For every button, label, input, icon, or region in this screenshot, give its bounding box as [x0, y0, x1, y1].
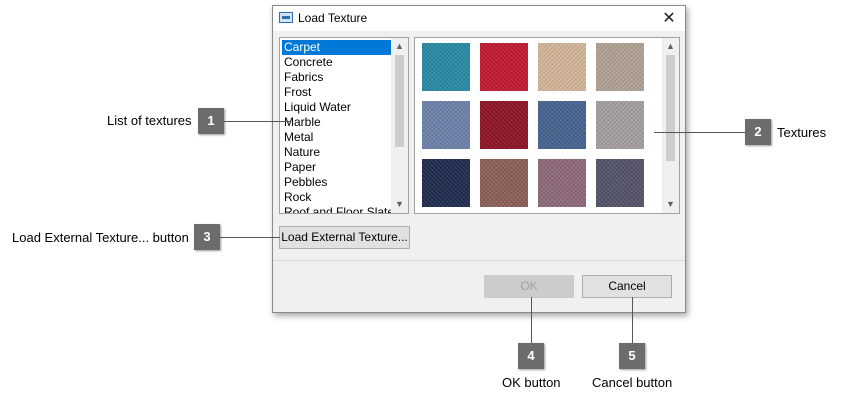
list-item[interactable]: Frost: [282, 85, 391, 100]
texture-swatch-carpet-beige[interactable]: [538, 43, 586, 91]
scroll-down-icon[interactable]: ▼: [391, 196, 408, 213]
list-item[interactable]: Marble: [282, 115, 391, 130]
callout-leader-4: [531, 297, 532, 343]
callout-label-textures: Textures: [777, 125, 827, 140]
list-item[interactable]: Carpet: [282, 40, 391, 55]
cancel-button[interactable]: Cancel: [582, 275, 672, 298]
callout-badge-5: 5: [619, 343, 645, 369]
callout-label-load-external-texture: Load External Texture... button: [12, 230, 189, 245]
texture-swatch-carpet-herringbone-rust[interactable]: [480, 159, 528, 207]
callout-badge-2: 2: [745, 119, 771, 145]
list-item[interactable]: Roof and Floor Slate: [282, 205, 391, 213]
ok-button[interactable]: OK: [484, 275, 574, 298]
list-item[interactable]: Rock: [282, 190, 391, 205]
texture-swatch-carpet-red[interactable]: [480, 43, 528, 91]
gallery-scrollbar[interactable]: ▲ ▼: [662, 38, 679, 213]
callout-badge-3: 3: [194, 224, 220, 250]
list-item[interactable]: Liquid Water: [282, 100, 391, 115]
texture-gallery[interactable]: ▲ ▼: [414, 37, 680, 214]
texture-category-list[interactable]: Carpet Concrete Fabrics Frost Liquid Water Ma…: [279, 37, 409, 214]
scroll-up-icon[interactable]: ▲: [391, 38, 408, 55]
separator: [273, 260, 685, 261]
texture-swatch-carpet-slate-blue[interactable]: [422, 101, 470, 149]
load-external-texture-button[interactable]: Load External Texture...: [279, 226, 410, 249]
list-item[interactable]: Metal: [282, 130, 391, 145]
callout-leader-2: [654, 132, 745, 133]
scroll-down-icon[interactable]: ▼: [662, 196, 679, 213]
texture-swatch-carpet-taupe[interactable]: [596, 43, 644, 91]
callout-leader-3: [220, 237, 280, 238]
texture-swatch-carpet-burgundy[interactable]: [480, 101, 528, 149]
callout-leader-5: [632, 297, 633, 343]
texture-swatch-carpet-navy[interactable]: [422, 159, 470, 207]
texture-swatch-carpet-teal[interactable]: [422, 43, 470, 91]
texture-swatch-carpet-herringbone-mauve[interactable]: [538, 159, 586, 207]
texture-swatch-carpet-steel-blue[interactable]: [538, 101, 586, 149]
callout-badge-1: 1: [198, 108, 224, 134]
scrollbar-thumb[interactable]: [666, 55, 675, 161]
list-scrollbar[interactable]: ▲ ▼: [391, 38, 408, 213]
title-bar: Load Texture ✕: [273, 6, 685, 31]
callout-label-cancel-button: Cancel button: [592, 375, 673, 390]
callout-label-list-of-textures: List of textures: [107, 113, 192, 128]
callout-label-ok-button: OK button: [502, 375, 561, 390]
callout-leader-1: [224, 121, 290, 122]
list-item[interactable]: Paper: [282, 160, 391, 175]
dialog-title: Load Texture: [298, 11, 368, 25]
list-item[interactable]: Nature: [282, 145, 391, 160]
scrollbar-thumb[interactable]: [395, 55, 404, 147]
load-texture-dialog: Load Texture ✕ Carpet Concrete Fabrics Fros…: [272, 5, 686, 313]
list-item[interactable]: Fabrics: [282, 70, 391, 85]
texture-swatch-carpet-multicolor[interactable]: [596, 159, 644, 207]
texture-swatch-carpet-grey-mauve[interactable]: [596, 101, 644, 149]
close-button[interactable]: ✕: [653, 6, 685, 31]
list-item[interactable]: Concrete: [282, 55, 391, 70]
list-item[interactable]: Pebbles: [282, 175, 391, 190]
scroll-up-icon[interactable]: ▲: [662, 38, 679, 55]
window-icon: [279, 12, 293, 23]
callout-badge-4: 4: [518, 343, 544, 369]
